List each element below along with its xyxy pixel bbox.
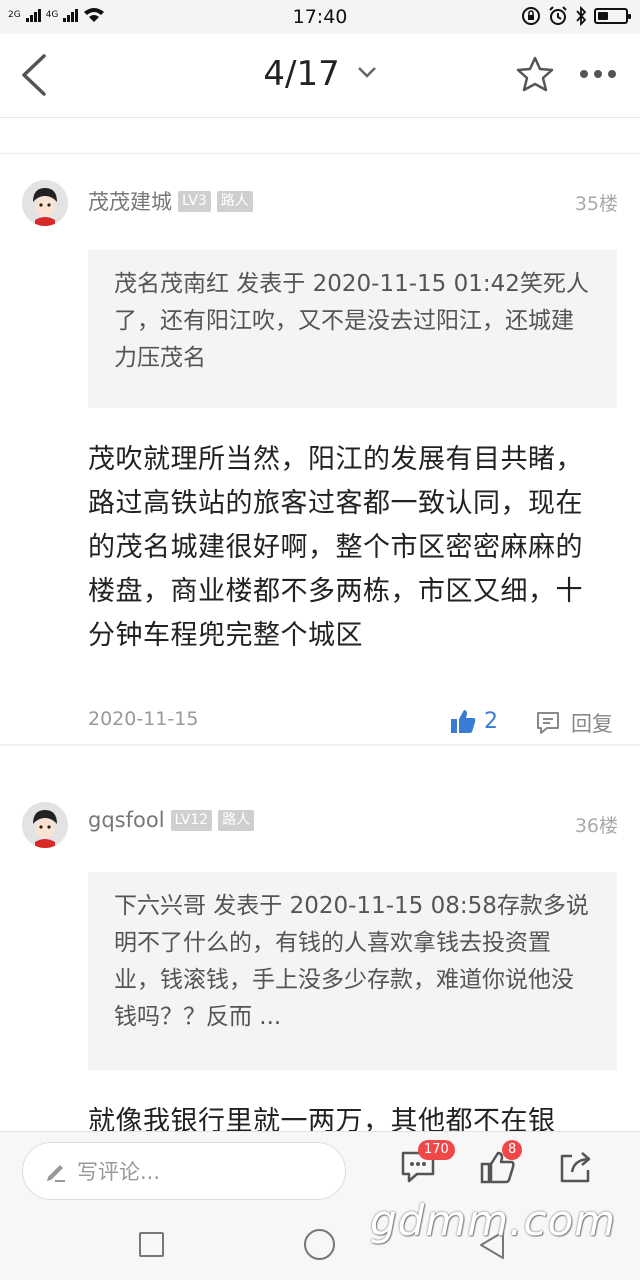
- user-info: gqsfool LV12 路人: [88, 808, 255, 832]
- like-count: 2: [484, 708, 498, 734]
- pencil-icon: [47, 1165, 65, 1182]
- reply-label: 回复: [571, 712, 613, 736]
- quoted-text: 下六兴哥 发表于 2020-11-15 08:58存款多说明不了什么的，有钱的人…: [88, 872, 617, 1070]
- bluetooth-icon: [576, 6, 587, 26]
- like-button[interactable]: 2: [450, 708, 498, 734]
- level-badge: LV3: [178, 190, 211, 212]
- comment-icon: [537, 712, 559, 734]
- role-badge: 路人: [218, 809, 255, 831]
- avatar[interactable]: [22, 180, 68, 226]
- like-button[interactable]: 8: [480, 1140, 523, 1188]
- quoted-text: 茂名茂南红 发表于 2020-11-15 01:42笑死人了，还有阳江吹，又不是…: [88, 250, 617, 408]
- site-watermark: gdmm.com: [370, 1196, 617, 1245]
- username[interactable]: 茂茂建城: [88, 186, 172, 216]
- chevron-down-icon: [357, 66, 376, 78]
- rotation-lock-icon: [522, 7, 540, 25]
- comment-input[interactable]: 写评论...: [22, 1142, 346, 1200]
- username[interactable]: gqsfool: [88, 808, 165, 832]
- level-badge: LV12: [170, 809, 213, 831]
- floor-number: 36楼: [574, 815, 618, 837]
- comment-count-badge: 170: [418, 1140, 455, 1160]
- post-content: 茂吹就理所当然，阳江的发展有目共睹，路过高铁站的旅客过客都一致认同，现在的茂名城…: [88, 444, 583, 651]
- reply-button[interactable]: 回复: [535, 708, 613, 738]
- status-bar: 2G 4G 17:40: [0, 0, 640, 34]
- page-indicator: 4/17: [263, 54, 340, 94]
- home-icon[interactable]: [304, 1229, 335, 1260]
- avatar[interactable]: [22, 802, 68, 848]
- alarm-icon: [549, 6, 567, 25]
- comment-placeholder: 写评论...: [77, 1160, 161, 1184]
- user-info: 茂茂建城 LV3 路人: [88, 186, 253, 216]
- share-icon: [560, 1152, 591, 1183]
- floor-number: 35楼: [574, 193, 618, 215]
- post-date: 2020-11-15: [88, 708, 199, 730]
- recent-apps-icon[interactable]: [139, 1232, 164, 1257]
- favorite-star-icon[interactable]: [516, 56, 554, 92]
- battery-icon: [594, 8, 631, 24]
- reply-post: 茂茂建城 LV3 路人 35楼 茂名茂南红 发表于 2020-11-15 01:…: [0, 154, 640, 746]
- top-nav: 4/17: [0, 34, 640, 118]
- separator-strip: [0, 118, 640, 154]
- comments-button[interactable]: 170: [400, 1140, 455, 1188]
- divider: [0, 744, 640, 746]
- status-icons: [521, 6, 631, 26]
- like-count-badge: 8: [502, 1140, 523, 1160]
- reply-post: gqsfool LV12 路人 36楼 下六兴哥 发表于 2020-11-15 …: [0, 776, 640, 1136]
- role-badge: 路人: [216, 190, 253, 212]
- share-button[interactable]: [558, 1150, 594, 1188]
- thumbs-up-icon: [451, 710, 476, 733]
- more-options-icon[interactable]: [580, 70, 616, 78]
